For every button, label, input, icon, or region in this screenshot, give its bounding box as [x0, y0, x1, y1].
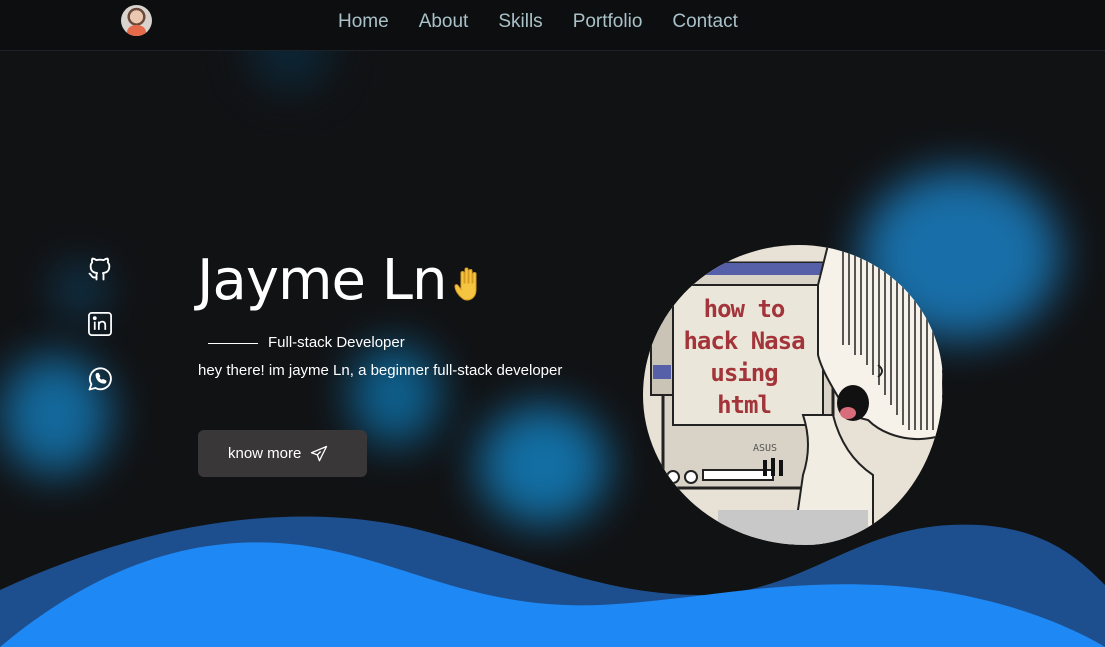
subtitle-divider [208, 343, 258, 344]
nav-link-skills[interactable]: Skills [498, 11, 542, 33]
linkedin-icon[interactable] [86, 310, 114, 338]
nav-link-contact[interactable]: Contact [672, 11, 737, 33]
github-icon[interactable] [86, 255, 114, 283]
waving-hand-icon [454, 267, 477, 301]
nav-link-portfolio[interactable]: Portfolio [573, 11, 643, 33]
nav-links: Home About Skills Portfolio Contact [338, 11, 738, 33]
hero-role: Full-stack Developer [268, 334, 405, 351]
illustration-brand: ASUS [753, 443, 777, 454]
nav-link-home[interactable]: Home [338, 11, 389, 33]
hero-title: Jayme Ln [197, 248, 447, 313]
illustration-screen-text: how to hack Nasa using html [683, 295, 805, 419]
navbar: Home About Skills Portfolio Contact [0, 0, 1105, 51]
hero-description: hey there! im jayme Ln, a beginner full-… [198, 362, 563, 379]
know-more-label: know more [228, 445, 302, 462]
social-links [86, 255, 114, 420]
whatsapp-icon[interactable] [86, 365, 114, 393]
send-icon [311, 445, 328, 461]
nav-link-about[interactable]: About [419, 11, 469, 33]
know-more-button[interactable]: know more [198, 430, 367, 477]
avatar[interactable] [121, 5, 152, 36]
footer-waves [0, 516, 1105, 647]
